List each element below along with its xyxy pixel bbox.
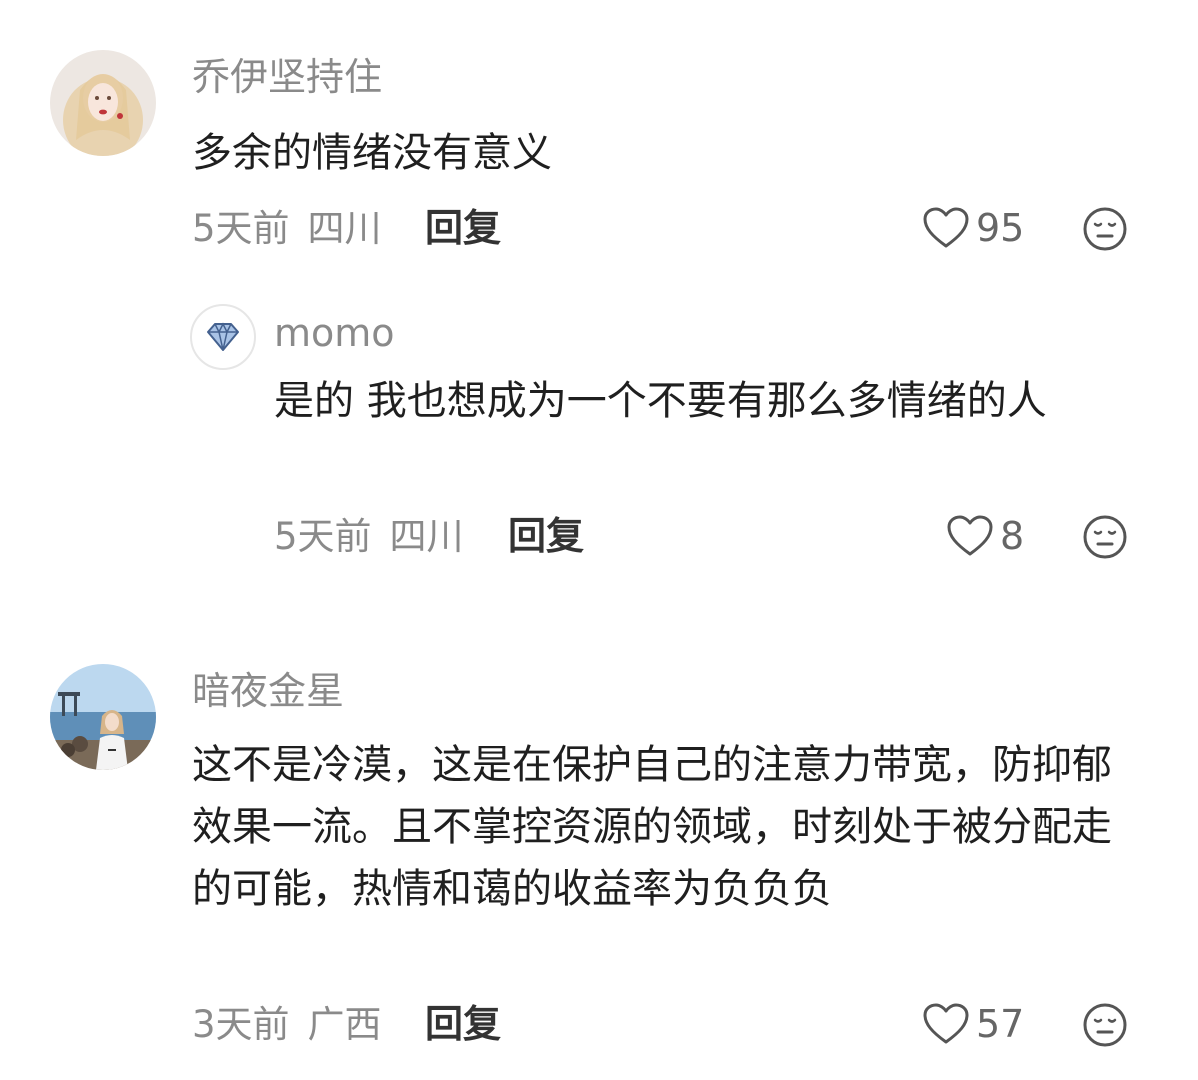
heart-outline-icon — [946, 514, 994, 558]
dislike-button[interactable] — [1082, 1002, 1128, 1048]
like-count: 95 — [976, 206, 1025, 250]
comment-2: 暗夜金星 这不是冷漠，这是在保护自己的注意力带宽，防抑郁效果一流。且不掌控资源的… — [0, 640, 1198, 1080]
avatar[interactable] — [50, 664, 156, 770]
reply-button[interactable]: 回复 — [508, 517, 584, 555]
timestamp: 5天前 — [192, 207, 290, 250]
username[interactable]: momo — [274, 314, 395, 352]
diamond-icon — [206, 322, 240, 352]
like-count: 57 — [976, 1002, 1025, 1046]
comment-text: 多余的情绪没有意义 — [192, 130, 552, 176]
heart-outline-icon — [922, 1002, 970, 1046]
comment-text: 是的 我也想成为一个不要有那么多情绪的人 — [274, 378, 1047, 424]
like-count: 8 — [1000, 514, 1025, 558]
location: 四川 — [389, 515, 464, 558]
reply-button[interactable]: 回复 — [425, 209, 501, 247]
reply-button[interactable]: 回复 — [425, 1005, 501, 1043]
heart-outline-icon — [922, 206, 970, 250]
username[interactable]: 乔伊坚持住 — [192, 58, 382, 96]
location: 广西 — [307, 1003, 382, 1046]
comment-1: 乔伊坚持住 多余的情绪没有意义 5天前 四川 回复 95 — [0, 0, 1198, 290]
dislike-button[interactable] — [1082, 514, 1128, 560]
like-button[interactable]: 95 — [922, 206, 1024, 250]
neutral-face-icon — [1082, 206, 1128, 252]
avatar[interactable] — [50, 50, 156, 156]
reply-comment: momo 是的 我也想成为一个不要有那么多情绪的人 5天前 四川 回复 8 — [0, 290, 1198, 590]
comment-meta: 5天前 四川 — [192, 210, 382, 247]
like-button[interactable]: 57 — [922, 1002, 1024, 1046]
comment-meta: 3天前 广西 — [192, 1006, 382, 1043]
username[interactable]: 暗夜金星 — [192, 672, 344, 710]
neutral-face-icon — [1082, 514, 1128, 560]
like-button[interactable]: 8 — [946, 514, 1024, 558]
location: 四川 — [307, 207, 382, 250]
avatar[interactable] — [190, 304, 256, 370]
neutral-face-icon — [1082, 1002, 1128, 1048]
dislike-button[interactable] — [1082, 206, 1128, 252]
timestamp: 3天前 — [192, 1003, 290, 1046]
comment-text: 这不是冷漠，这是在保护自己的注意力带宽，防抑郁效果一流。且不掌控资源的领域，时刻… — [192, 742, 1112, 912]
comment-meta: 5天前 四川 — [274, 518, 464, 555]
timestamp: 5天前 — [274, 515, 372, 558]
